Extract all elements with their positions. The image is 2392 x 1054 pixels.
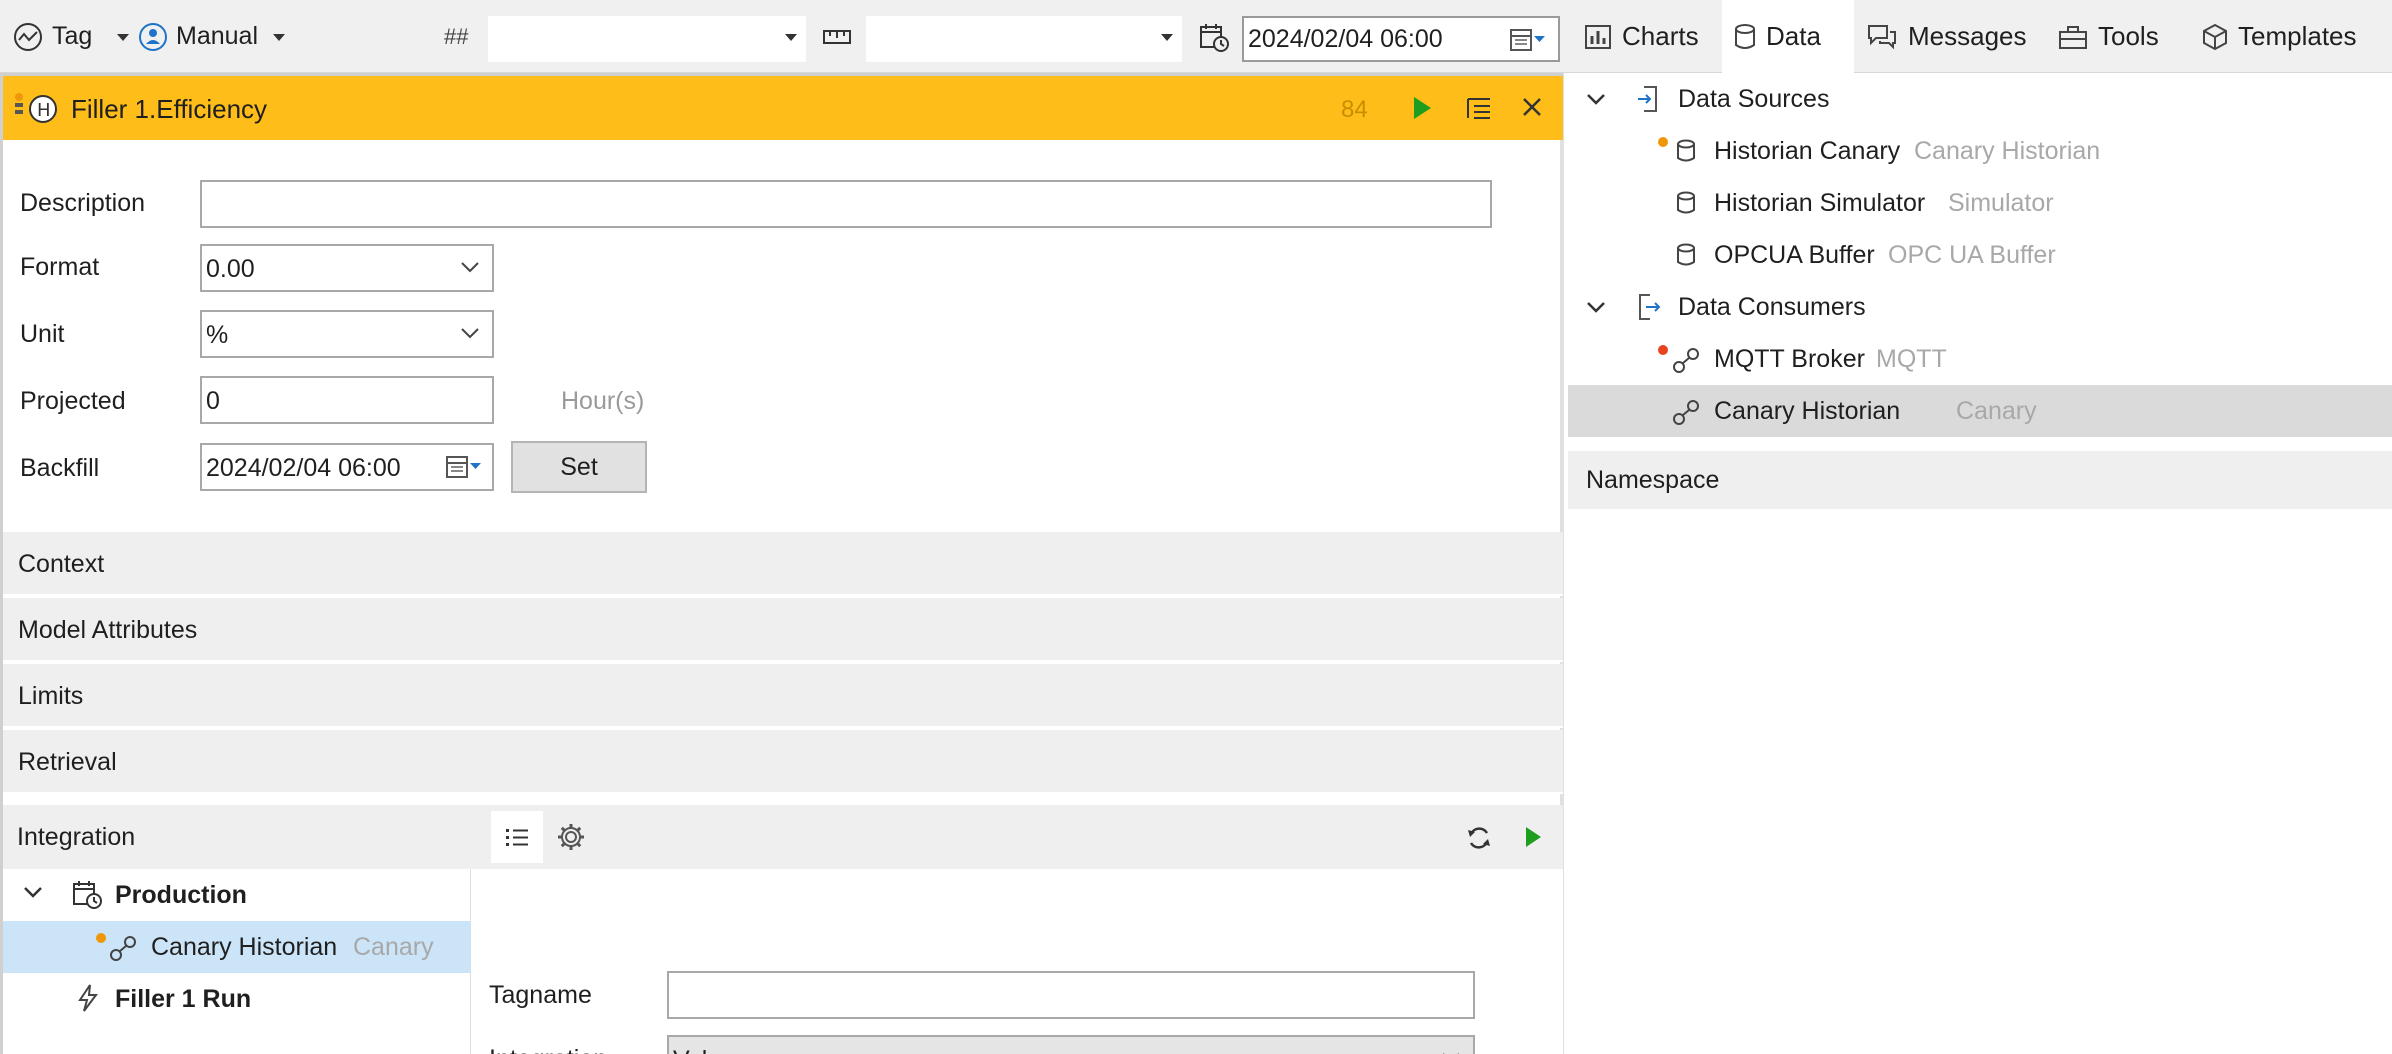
chevron-down-icon bbox=[460, 326, 480, 340]
list-view-tab[interactable] bbox=[491, 811, 543, 863]
settings-tab[interactable] bbox=[545, 811, 597, 863]
status-dot bbox=[1658, 137, 1668, 147]
historian-tag-icon: H bbox=[13, 91, 61, 127]
database-icon bbox=[1676, 139, 1696, 163]
status-dot bbox=[96, 933, 106, 943]
ruler-icon bbox=[822, 0, 852, 73]
source-historian-canary[interactable]: Historian Canary Canary Historian bbox=[1568, 125, 2392, 177]
integration-toolbar bbox=[473, 805, 1563, 869]
section-limits[interactable]: Limits bbox=[3, 664, 1563, 728]
chevron-down-icon[interactable] bbox=[1586, 300, 1606, 314]
projected-label: Projected bbox=[20, 387, 126, 415]
database-icon bbox=[1676, 191, 1696, 215]
tree-item-production[interactable]: Production bbox=[3, 869, 471, 921]
tab-data[interactable]: Data bbox=[1722, 0, 1854, 73]
tree-item-canary-historian[interactable]: Canary Historian Canary bbox=[3, 921, 471, 973]
projected-unit-label: Hour(s) bbox=[561, 387, 645, 415]
source-historian-simulator[interactable]: Historian Simulator Simulator bbox=[1568, 177, 2392, 229]
user-mode-icon bbox=[138, 22, 168, 52]
panel-header: H Filler 1.Efficiency 84 bbox=[3, 73, 1563, 140]
connection-icon bbox=[109, 935, 137, 963]
chevron-down-icon bbox=[272, 32, 286, 42]
format-label: Format bbox=[20, 253, 100, 281]
section-model-attributes[interactable]: Model Attributes bbox=[3, 598, 1563, 662]
description-label: Description bbox=[20, 189, 146, 217]
svg-text:H: H bbox=[37, 100, 51, 121]
tree-group-data-consumers[interactable]: Data Consumers bbox=[1568, 281, 2392, 333]
hash-label: ## bbox=[444, 23, 469, 49]
hash-combo[interactable] bbox=[488, 16, 806, 62]
tag-selector[interactable]: Tag bbox=[12, 0, 92, 73]
tree-group-data-sources[interactable]: Data Sources bbox=[1568, 73, 2392, 125]
tab-charts[interactable]: Charts bbox=[1572, 0, 1711, 73]
integration-form: Tagname Integration Values bbox=[477, 869, 1563, 1054]
chevron-down-icon bbox=[785, 34, 797, 41]
tagname-input[interactable] bbox=[667, 971, 1475, 1019]
mode-selector[interactable]: Manual bbox=[116, 0, 286, 73]
connection-icon bbox=[1672, 347, 1700, 375]
source-opcua-buffer[interactable]: OPCUA Buffer OPC UA Buffer bbox=[1568, 229, 2392, 281]
status-dot bbox=[1658, 345, 1668, 355]
refresh-icon[interactable] bbox=[1465, 824, 1493, 852]
database-icon bbox=[1734, 23, 1756, 50]
list-icon bbox=[506, 829, 528, 846]
consumer-canary-historian[interactable]: Canary Historian Canary bbox=[1568, 385, 2392, 437]
unit-label: Unit bbox=[20, 320, 65, 348]
gear-icon bbox=[558, 824, 584, 850]
data-panel: Data Sources Historian Canary Canary His… bbox=[1568, 73, 2392, 1054]
import-icon bbox=[1636, 84, 1660, 114]
backfill-label: Backfill bbox=[20, 454, 100, 482]
chevron-down-icon bbox=[460, 260, 480, 274]
consumer-mqtt-broker[interactable]: MQTT Broker MQTT bbox=[1568, 333, 2392, 385]
mode-label: Manual bbox=[176, 22, 258, 50]
tab-templates[interactable]: Templates bbox=[2190, 0, 2369, 73]
bar-chart-icon bbox=[1584, 24, 1612, 50]
section-context[interactable]: Context bbox=[3, 532, 1563, 596]
export-icon bbox=[1636, 292, 1662, 322]
database-icon bbox=[1676, 243, 1696, 267]
top-toolbar: Tag Manual ## 2024/02/04 06:00 Charts Da… bbox=[0, 0, 2392, 73]
date-time-picker[interactable]: 2024/02/04 06:00 bbox=[1242, 16, 1560, 62]
speech-bubbles-icon bbox=[1866, 23, 1898, 51]
namespace-section[interactable]: Namespace bbox=[1568, 451, 2392, 509]
play-icon[interactable] bbox=[1523, 825, 1543, 849]
toolbox-icon bbox=[2058, 24, 2088, 50]
close-icon[interactable] bbox=[1521, 96, 1543, 118]
chevron-down-icon bbox=[1161, 34, 1173, 41]
unit-combo[interactable] bbox=[866, 16, 1182, 62]
lightning-icon bbox=[75, 983, 101, 1013]
tab-tools[interactable]: Tools bbox=[2046, 0, 2171, 73]
integration-select[interactable]: Values bbox=[667, 1035, 1475, 1054]
tag-label: Tag bbox=[52, 22, 93, 50]
unit-select[interactable]: % bbox=[200, 310, 494, 358]
description-input[interactable] bbox=[200, 180, 1492, 228]
tagname-label: Tagname bbox=[489, 981, 592, 1009]
integration-label[interactable]: Integration bbox=[17, 823, 135, 852]
section-integration: Integration bbox=[3, 805, 1563, 869]
play-icon[interactable] bbox=[1411, 95, 1433, 121]
integration-type-label: Integration bbox=[489, 1045, 607, 1054]
chevron-down-icon[interactable] bbox=[1586, 92, 1606, 106]
chevron-down-icon[interactable] bbox=[23, 885, 43, 899]
calendar-dropdown-icon[interactable] bbox=[1510, 28, 1546, 52]
set-button[interactable]: Set bbox=[511, 441, 647, 493]
section-retrieval[interactable]: Retrieval bbox=[3, 730, 1563, 794]
dropdown-arrow-icon bbox=[116, 32, 130, 42]
calendar-clock-icon bbox=[71, 878, 103, 910]
value-count: 84 bbox=[1341, 96, 1368, 123]
calendar-dropdown-icon[interactable] bbox=[446, 455, 482, 479]
projected-input[interactable]: 0 bbox=[200, 376, 494, 424]
tab-messages[interactable]: Messages bbox=[1854, 0, 2039, 73]
tag-editor-panel: H Filler 1.Efficiency 84 Description For… bbox=[0, 73, 1564, 1054]
backfill-date-picker[interactable]: 2024/02/04 06:00 bbox=[200, 443, 494, 491]
calendar-clock-icon bbox=[1198, 0, 1230, 73]
trend-icon bbox=[12, 21, 44, 53]
cube-icon bbox=[2202, 23, 2228, 51]
panel-title: Filler 1.Efficiency bbox=[71, 94, 268, 124]
integration-tree: Production Canary Historian Canary Fille… bbox=[3, 869, 471, 1054]
format-select[interactable]: 0.00 bbox=[200, 244, 494, 292]
tree-item-filler-1-run[interactable]: Filler 1 Run bbox=[3, 973, 471, 1025]
tree-list-icon[interactable] bbox=[1465, 94, 1493, 122]
connection-icon bbox=[1672, 399, 1700, 427]
